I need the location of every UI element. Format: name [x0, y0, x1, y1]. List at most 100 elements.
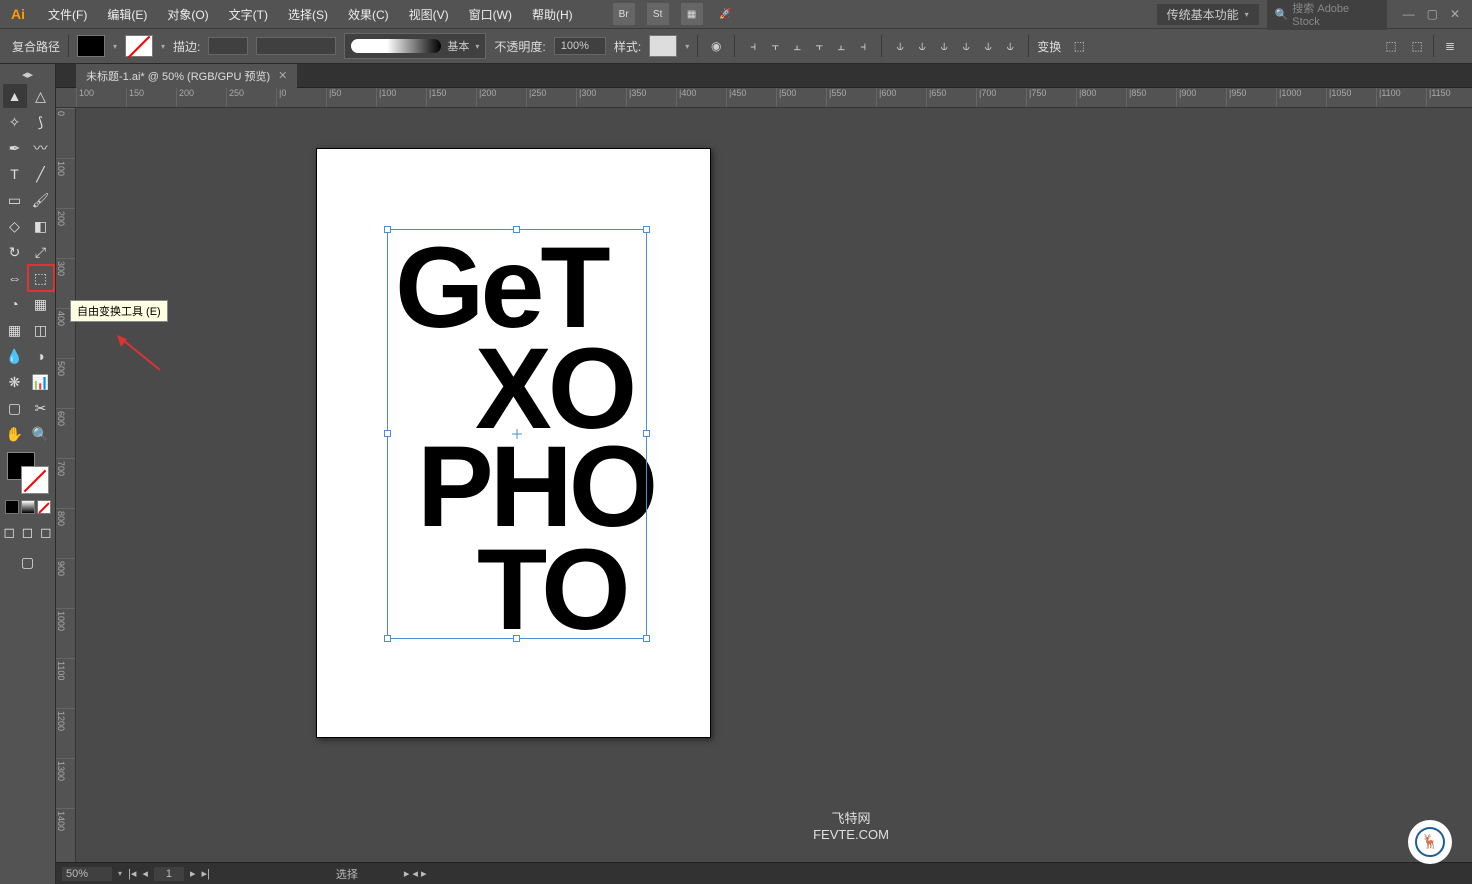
line-tool[interactable]: ╱ [29, 162, 53, 186]
workspace-select[interactable]: 传统基本功能▾ [1157, 4, 1259, 25]
mesh-tool[interactable]: ▦ [3, 318, 27, 342]
artboard-number[interactable]: 1 [154, 867, 184, 881]
draw-normal-icon[interactable]: ◻ [2, 520, 16, 544]
resize-handle-bl[interactable] [384, 635, 391, 642]
menu-window[interactable]: 窗口(W) [465, 4, 516, 25]
rectangle-tool[interactable]: ▭ [3, 188, 27, 212]
zoom-tool[interactable]: 🔍 [29, 422, 53, 446]
canvas[interactable]: GeT XO PHO TO [76, 108, 1472, 862]
dist-2[interactable]: ⫝ [912, 36, 932, 56]
screen-mode-icon[interactable]: ▢ [16, 550, 40, 574]
align-left-icon[interactable]: ⫞ [743, 36, 763, 56]
align-vcenter-icon[interactable]: ⫠ [831, 36, 851, 56]
gradient-swatch[interactable] [21, 500, 35, 514]
style-swatch[interactable] [649, 35, 677, 57]
stroke-swatch[interactable] [125, 35, 153, 57]
curve-tool[interactable]: 〰 [29, 136, 53, 160]
isolate-icon[interactable]: ⬚ [1381, 36, 1401, 56]
draw-inside-icon[interactable]: ◻ [39, 520, 53, 544]
dist-3[interactable]: ⫝ [934, 36, 954, 56]
symbol-sprayer-tool[interactable]: ❋ [3, 370, 27, 394]
hand-tool[interactable]: ✋ [3, 422, 27, 446]
close-tab-icon[interactable]: ✕ [278, 69, 287, 82]
color-black-swatch[interactable] [5, 500, 19, 514]
type-tool[interactable]: T [3, 162, 27, 186]
search-stock-input[interactable]: 🔍搜索 Adobe Stock [1267, 0, 1387, 30]
paintbrush-tool[interactable]: 🖌 [29, 188, 53, 212]
direct-selection-tool[interactable]: △ [29, 84, 53, 108]
shape-builder-tool[interactable]: ◔ [3, 292, 27, 316]
next-artboard-icon[interactable]: ▸ [190, 867, 196, 880]
resize-handle-br[interactable] [643, 635, 650, 642]
stroke-weight-input[interactable] [208, 37, 248, 55]
stroke-indicator[interactable] [21, 466, 49, 494]
edit-icon[interactable]: ⬚ [1407, 36, 1427, 56]
scale-tool[interactable]: ⤢ [29, 240, 53, 264]
menu-file[interactable]: 文件(F) [44, 4, 91, 25]
menu-type[interactable]: 文字(T) [225, 4, 272, 25]
width-tool[interactable]: ⇔ [3, 266, 27, 290]
selection-tool[interactable]: ▲ [3, 84, 27, 108]
stock-icon[interactable]: St [647, 3, 669, 25]
dist-5[interactable]: ⫝ [978, 36, 998, 56]
resize-handle-bc[interactable] [513, 635, 520, 642]
draw-behind-icon[interactable]: ◻ [20, 520, 34, 544]
transform-link[interactable]: 变换 [1037, 38, 1061, 55]
resize-handle-mr[interactable] [643, 430, 650, 437]
slice-tool[interactable]: ✂ [29, 396, 53, 420]
toolbox-collapse-icon[interactable]: ◂▸ [22, 68, 34, 80]
free-transform-tool[interactable]: ⬚ [29, 266, 53, 290]
dist-4[interactable]: ⫝ [956, 36, 976, 56]
eraser-tool[interactable]: ◧ [29, 214, 53, 238]
opacity-input[interactable]: 100% [554, 37, 606, 55]
dist-1[interactable]: ⫝ [890, 36, 910, 56]
dist-6[interactable]: ⫝ [1000, 36, 1020, 56]
zoom-level[interactable]: 50% [62, 867, 112, 881]
align-top-icon[interactable]: ⫟ [809, 36, 829, 56]
selection-bounds[interactable] [387, 229, 647, 639]
menu-edit[interactable]: 编辑(E) [103, 4, 151, 25]
magic-wand-tool[interactable]: ✧ [3, 110, 27, 134]
menu-view[interactable]: 视图(V) [405, 4, 453, 25]
bridge-icon[interactable]: Br [613, 3, 635, 25]
transform-icon[interactable]: ⬚ [1069, 36, 1089, 56]
first-artboard-icon[interactable]: |◂ [128, 867, 136, 880]
rotate-tool[interactable]: ↻ [3, 240, 27, 264]
menu-help[interactable]: 帮助(H) [528, 4, 577, 25]
align-bottom-icon[interactable]: ⫞ [853, 36, 873, 56]
panel-menu-icon[interactable]: ≣ [1440, 36, 1460, 56]
close-button[interactable]: ✕ [1450, 7, 1460, 21]
resize-handle-ml[interactable] [384, 430, 391, 437]
align-hcenter-icon[interactable]: ⫟ [765, 36, 785, 56]
stroke-width-profile[interactable] [256, 37, 336, 55]
menu-object[interactable]: 对象(O) [163, 4, 212, 25]
align-right-icon[interactable]: ⫠ [787, 36, 807, 56]
gpu-icon[interactable]: 🚀 [715, 3, 737, 25]
perspective-tool[interactable]: ▦ [29, 292, 53, 316]
status-nav[interactable]: ▸ ◂ ▸ [404, 867, 427, 880]
shaper-tool[interactable]: ◇ [3, 214, 27, 238]
resize-handle-tr[interactable] [643, 226, 650, 233]
gradient-tool[interactable]: ◫ [29, 318, 53, 342]
arrange-docs-icon[interactable]: ▦ [681, 3, 703, 25]
eyedropper-tool[interactable]: 💧 [3, 344, 27, 368]
blend-tool[interactable]: ◑ [29, 344, 53, 368]
maximize-button[interactable]: ▢ [1427, 7, 1438, 21]
graph-tool[interactable]: 📊 [29, 370, 53, 394]
document-tab[interactable]: 未标题-1.ai* @ 50% (RGB/GPU 预览) ✕ [76, 64, 297, 88]
resize-handle-tc[interactable] [513, 226, 520, 233]
menu-effect[interactable]: 效果(C) [344, 4, 393, 25]
lasso-tool[interactable]: ⟆ [29, 110, 53, 134]
brush-definition[interactable]: 基本▾ [344, 33, 486, 59]
prev-artboard-icon[interactable]: ◂ [142, 867, 148, 880]
recolor-icon[interactable]: ◉ [706, 36, 726, 56]
menu-select[interactable]: 选择(S) [284, 4, 332, 25]
pen-tool[interactable]: ✒ [3, 136, 27, 160]
none-swatch[interactable] [37, 500, 51, 514]
fill-stroke-control[interactable] [7, 452, 49, 494]
minimize-button[interactable]: — [1403, 7, 1415, 21]
artboard-tool[interactable]: ▢ [3, 396, 27, 420]
resize-handle-tl[interactable] [384, 226, 391, 233]
last-artboard-icon[interactable]: ▸| [201, 867, 209, 880]
fill-swatch[interactable] [77, 35, 105, 57]
